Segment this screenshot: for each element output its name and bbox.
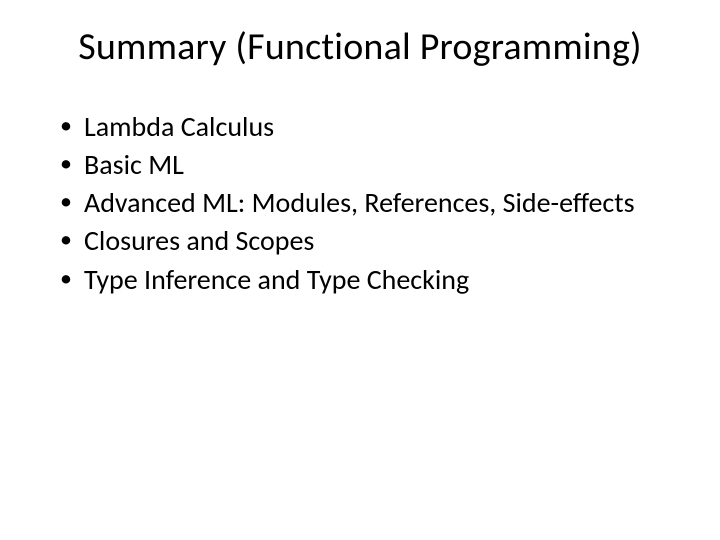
slide-title: Summary (Functional Programming) — [48, 24, 672, 70]
list-item: Lambda Calculus — [56, 110, 672, 144]
slide: Summary (Functional Programming) Lambda … — [0, 0, 720, 540]
list-item: Type Inference and Type Checking — [56, 263, 672, 297]
list-item: Basic ML — [56, 148, 672, 182]
list-item: Closures and Scopes — [56, 224, 672, 258]
bullet-list: Lambda Calculus Basic ML Advanced ML: Mo… — [48, 110, 672, 297]
list-item: Advanced ML: Modules, References, Side-e… — [56, 186, 672, 220]
